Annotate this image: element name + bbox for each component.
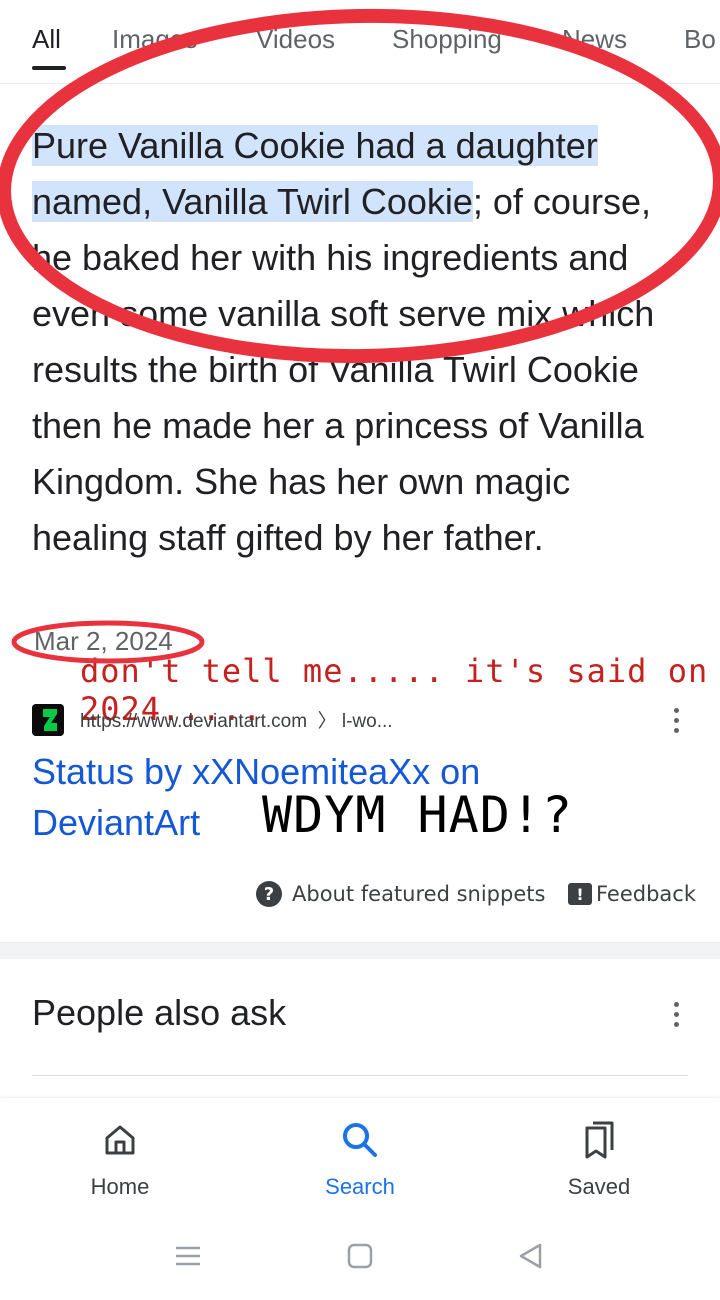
nav-home[interactable]: Home: [50, 1118, 190, 1200]
snippet-body: ; of course, he baked her with his ingre…: [32, 181, 655, 558]
feedback-label: Feedback: [596, 882, 697, 906]
feedback-icon: !: [568, 883, 592, 905]
tab-news[interactable]: News: [562, 24, 627, 55]
tab-all[interactable]: All: [32, 24, 61, 55]
home-button-icon[interactable]: [346, 1242, 374, 1270]
nav-search[interactable]: Search: [290, 1118, 430, 1200]
nav-saved[interactable]: Saved: [529, 1118, 669, 1200]
bottom-navigation: Home Search Saved: [0, 1098, 720, 1218]
active-tab-indicator: [32, 66, 66, 70]
tab-books[interactable]: Bo: [684, 24, 716, 55]
feedback-button[interactable]: ! Feedback: [568, 878, 696, 910]
snippet-highlight-2: named, Vanilla Twirl Cookie: [32, 181, 473, 222]
home-icon: [50, 1118, 190, 1162]
tab-shopping[interactable]: Shopping: [392, 24, 502, 55]
nav-home-label: Home: [90, 1174, 150, 1199]
section-divider: [0, 942, 720, 959]
about-featured-snippets-label: About featured snippets: [292, 882, 546, 906]
tab-images[interactable]: Images: [112, 24, 197, 55]
nav-search-label: Search: [325, 1174, 395, 1199]
recent-apps-icon[interactable]: [174, 1242, 202, 1270]
people-also-ask-title: People also ask: [32, 992, 287, 1033]
tab-videos[interactable]: Videos: [256, 24, 335, 55]
bookmarks-icon: [529, 1118, 669, 1162]
source-row[interactable]: https://www.deviantart.com 〉 l-wo...: [32, 702, 692, 736]
handwritten-note-black: WDYM HAD!?: [262, 786, 574, 844]
featured-snippet-text: Pure Vanilla Cookie had a daughter named…: [32, 118, 692, 566]
search-icon: [290, 1118, 430, 1162]
paa-divider: [32, 1075, 688, 1076]
nav-saved-label: Saved: [567, 1174, 631, 1199]
paa-more-options-icon[interactable]: [672, 1002, 680, 1027]
about-featured-snippets[interactable]: ? About featured snippets: [256, 878, 545, 910]
deviantart-icon: [32, 704, 64, 736]
system-navigation-bar: [0, 1218, 720, 1300]
snippet-highlight: Pure Vanilla Cookie had a daughter: [32, 125, 598, 166]
help-icon: ?: [256, 881, 282, 907]
source-url[interactable]: https://www.deviantart.com 〉 l-wo...: [80, 706, 393, 733]
search-tabs: All Images Videos Shopping News Bo: [0, 0, 720, 84]
back-icon[interactable]: [516, 1242, 544, 1270]
result-more-options-icon[interactable]: [672, 708, 680, 733]
